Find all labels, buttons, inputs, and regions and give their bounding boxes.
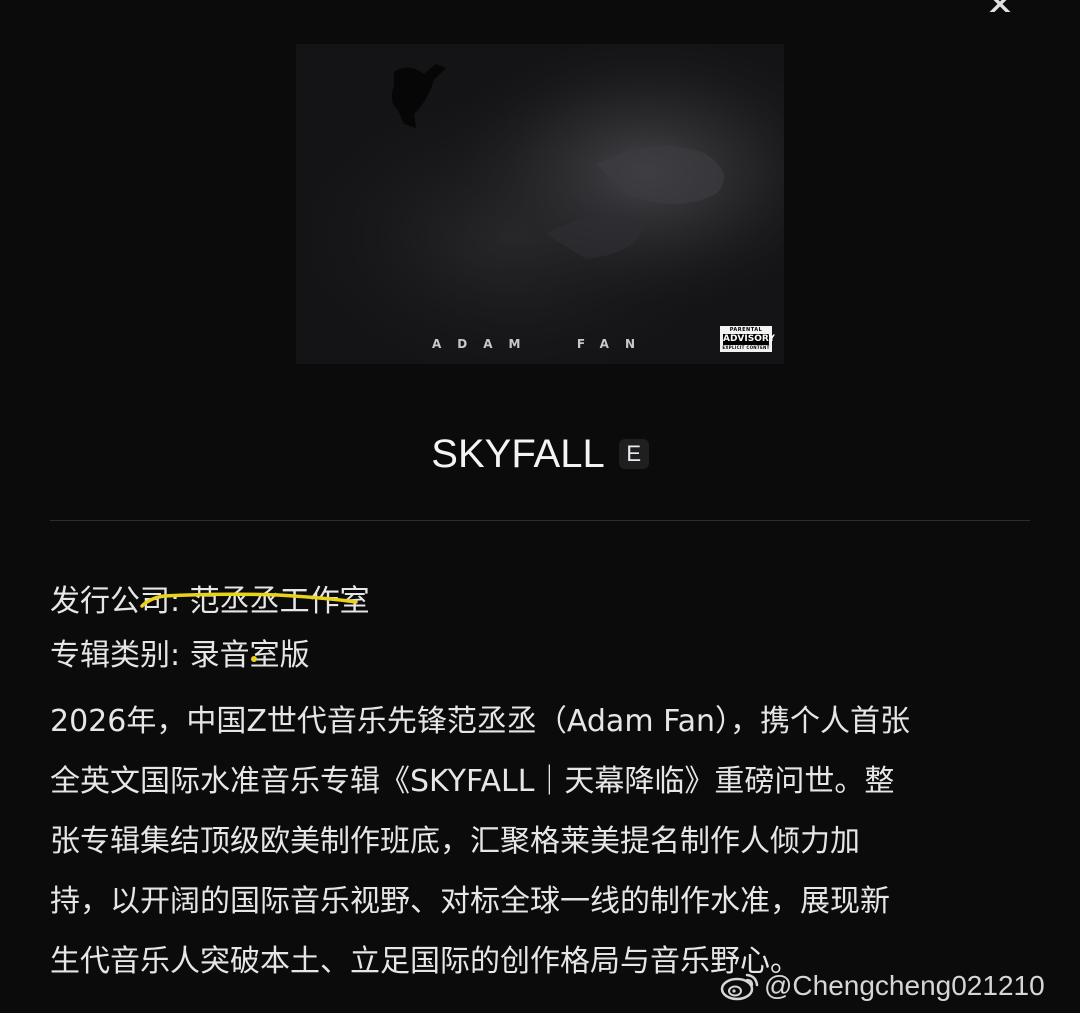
album-description: 2026年，中国Z世代音乐先锋范丞丞（Adam Fan），携个人首张 全英文国际… — [50, 692, 1035, 992]
description-line: 持，以开阔的国际音乐视野、对标全球一线的制作水准，展现新 — [50, 884, 890, 919]
album-type-line: 专辑类别: 录音室版 — [50, 630, 310, 674]
album-title-row: SKYFALL E — [0, 428, 1080, 480]
close-button[interactable] — [966, 0, 1034, 12]
album-type-label: 专辑类别: — [50, 638, 181, 673]
advisory-line1: PARENTAL — [729, 327, 763, 333]
album-cover: ADAM FAN PARENTAL ADVISORY EXPLICIT CONT… — [296, 44, 784, 364]
cover-artwork — [296, 44, 784, 364]
publisher-value: 范丞丞工作室 — [189, 584, 370, 619]
advisory-line3: EXPLICIT CONTENT — [722, 345, 770, 350]
explicit-badge: E — [618, 439, 649, 469]
album-detail-page: ADAM FAN PARENTAL ADVISORY EXPLICIT CONT… — [0, 0, 1080, 1013]
description-line: 张专辑集结顶级欧美制作班底，汇聚格莱美提名制作人倾力加 — [50, 824, 860, 859]
close-icon — [989, 0, 1011, 12]
publisher-label: 发行公司: — [50, 584, 181, 619]
divider — [50, 520, 1030, 521]
parental-advisory-label: PARENTAL ADVISORY EXPLICIT CONTENT — [720, 326, 775, 352]
watermark: @Chengcheng021210 — [720, 966, 1045, 1006]
publisher-line: 发行公司: 范丞丞工作室 — [50, 576, 370, 620]
album-title: SKYFALL — [431, 431, 605, 476]
advisory-line2: ADVISORY — [723, 334, 775, 345]
album-type-value: 录音室版 — [189, 638, 310, 673]
description-line: 2026年，中国Z世代音乐先锋范丞丞（Adam Fan），携个人首张 — [50, 704, 910, 739]
watermark-handle: @Chengcheng021210 — [764, 970, 1045, 1001]
description-line: 全英文国际水准音乐专辑《SKYFALL｜天幕降临》重磅问世。整 — [50, 764, 895, 799]
cover-artist-text: ADAM FAN — [432, 337, 651, 351]
weibo-icon — [720, 973, 759, 1001]
